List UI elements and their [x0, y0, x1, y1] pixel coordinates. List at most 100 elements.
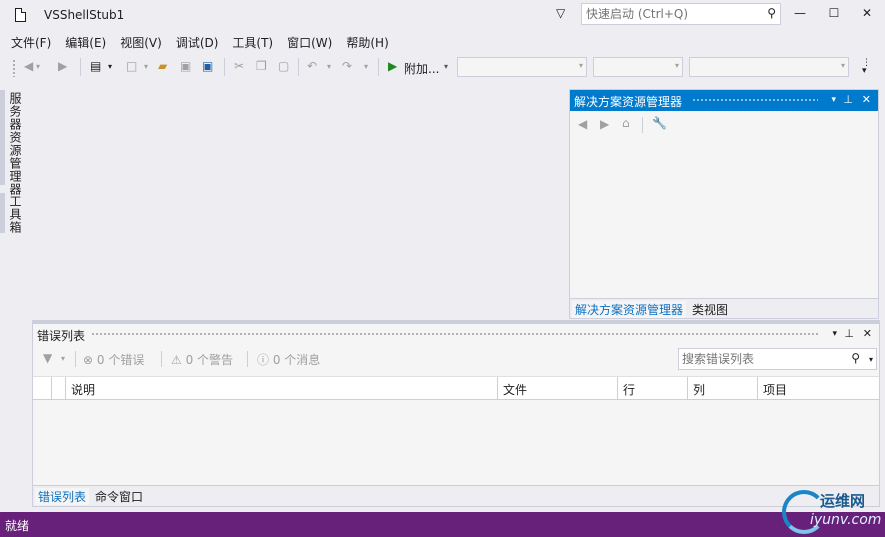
solution-explorer-panel: 解决方案资源管理器 ▾ ⊥ ✕ ◀ ▶ ⌂ 🔧 解决方案资源管理器 类视图 [569, 89, 879, 319]
watermark-logo: 运维网 iyunv.com [780, 488, 885, 537]
tab-solution-explorer[interactable]: 解决方案资源管理器 [572, 301, 687, 318]
redo-icon[interactable]: ↷ [342, 59, 352, 73]
tab-error-list[interactable]: 错误列表 [35, 488, 90, 505]
error-list-search-box[interactable]: ⚲ ▾ [678, 348, 877, 370]
column-header-description[interactable]: 说明 [65, 377, 497, 400]
solution-configurations-combo[interactable]: ▾ [457, 57, 587, 77]
toolbar-separator [80, 58, 81, 76]
add-item-icon[interactable]: □ [126, 59, 137, 73]
maximize-button[interactable]: ☐ [824, 6, 844, 24]
messages-filter-button[interactable]: ⓘ 0 个消息 [257, 351, 320, 368]
chevron-down-icon: ▾ [840, 61, 845, 70]
menu-tools[interactable]: 工具(T) [225, 32, 280, 52]
chevron-down-icon: ▾ [674, 61, 679, 70]
panel-grip[interactable] [91, 332, 819, 337]
error-list-toolbar: ▼ ▾ ⊗ 0 个错误 ⚠ 0 个警告 ⓘ 0 个消息 ⚲ ▾ [33, 345, 879, 373]
error-list-search-input[interactable] [679, 349, 847, 369]
quick-launch-input[interactable] [582, 4, 758, 24]
pin-icon[interactable]: ⊥ [843, 93, 853, 106]
toolbar-separator [161, 351, 162, 367]
errors-count-label: 0 个错误 [96, 353, 145, 367]
menu-view[interactable]: 视图(V) [113, 32, 169, 52]
toolbar-separator [224, 58, 225, 76]
open-file-icon[interactable]: ▰ [158, 59, 167, 73]
filter-icon[interactable]: ▼ [43, 351, 52, 365]
chevron-down-icon[interactable]: ▾ [444, 62, 448, 71]
info-icon: ⓘ [257, 353, 270, 367]
forward-icon[interactable]: ▶ [600, 117, 609, 131]
watermark-name: 运维网 [820, 492, 866, 510]
chevron-down-icon[interactable]: ▾ [144, 62, 148, 71]
toolbar-overflow-icon[interactable]: ⋮ ▾ [862, 59, 871, 76]
minimize-button[interactable]: — [790, 6, 810, 24]
close-button[interactable]: ✕ [857, 6, 877, 24]
status-text: 就绪 [5, 519, 30, 533]
standard-toolbar: ◀ ▾ ▶ ▤ ▾ □ ▾ ▰ ▣ ▣ ✂ ❐ ▢ ↶ ▾ ↷ ▾ ▶ 附加..… [0, 55, 885, 81]
toolbar-separator [75, 351, 76, 367]
menu-debug[interactable]: 调试(D) [169, 32, 226, 52]
toolbar-separator [247, 351, 248, 367]
column-header-index[interactable] [51, 377, 65, 400]
search-icon[interactable]: ⚲ [767, 6, 776, 20]
copy-icon[interactable]: ❐ [256, 59, 267, 73]
toolbox-tab[interactable]: 工具箱 [7, 195, 24, 234]
panel-menu-icon[interactable]: ▾ [831, 95, 836, 105]
column-header-line[interactable]: 行 [617, 377, 687, 400]
messages-count-label: 0 个消息 [272, 353, 321, 367]
solution-explorer-header: 解决方案资源管理器 ▾ ⊥ ✕ [570, 90, 878, 111]
home-icon[interactable]: ⌂ [622, 116, 630, 130]
notification-filter-icon[interactable]: ▽ [556, 6, 565, 20]
column-header-file[interactable]: 文件 [497, 377, 617, 400]
column-header-icon[interactable] [33, 377, 51, 400]
quick-launch-box[interactable]: ⚲ [581, 3, 781, 25]
menu-file[interactable]: 文件(F) [4, 32, 58, 52]
column-header-project[interactable]: 项目 [757, 377, 879, 400]
close-icon[interactable]: ✕ [863, 327, 872, 340]
toolbar-separator [298, 58, 299, 76]
title-bar: VSShellStub1 ▽ ⚲ — ☐ ✕ [0, 0, 885, 30]
solution-platforms-combo[interactable]: ▾ [593, 57, 683, 77]
back-icon[interactable]: ◀ [578, 117, 587, 131]
chevron-down-icon[interactable]: ▾ [61, 354, 65, 363]
document-icon [15, 8, 26, 22]
warnings-filter-button[interactable]: ⚠ 0 个警告 [171, 351, 233, 368]
properties-wrench-icon[interactable]: 🔧 [652, 116, 667, 130]
toolbar-grip[interactable] [12, 59, 16, 77]
navigate-back-icon[interactable]: ◀ [24, 59, 33, 73]
panel-grip[interactable] [692, 98, 818, 103]
tab-command-window[interactable]: 命令窗口 [95, 488, 143, 505]
error-icon: ⊗ [83, 353, 94, 367]
tab-class-view[interactable]: 类视图 [692, 301, 728, 318]
search-icon[interactable]: ⚲ [851, 351, 860, 365]
new-project-icon[interactable]: ▤ [90, 59, 101, 73]
chevron-down-icon[interactable]: ▾ [869, 355, 873, 364]
pin-icon[interactable]: ⊥ [844, 327, 854, 340]
panel-menu-icon[interactable]: ▾ [832, 329, 837, 339]
navigate-forward-icon[interactable]: ▶ [58, 59, 67, 73]
menu-window[interactable]: 窗口(W) [280, 32, 339, 52]
save-all-icon[interactable]: ▣ [202, 59, 213, 73]
paste-icon[interactable]: ▢ [278, 59, 289, 73]
menu-edit[interactable]: 编辑(E) [58, 32, 113, 52]
chevron-down-icon[interactable]: ▾ [327, 62, 331, 71]
solution-explorer-toolbar: ◀ ▶ ⌂ 🔧 [570, 111, 878, 139]
chevron-down-icon[interactable]: ▾ [36, 62, 40, 71]
chevron-down-icon[interactable]: ▾ [108, 62, 112, 71]
attach-button[interactable]: 附加... [404, 60, 439, 77]
warning-icon: ⚠ [171, 353, 182, 367]
column-header-column[interactable]: 列 [687, 377, 757, 400]
error-list-panel: 错误列表 ▾ ⊥ ✕ ▼ ▾ ⊗ 0 个错误 ⚠ 0 个警告 ⓘ 0 个消息 ⚲… [32, 320, 880, 507]
chevron-down-icon[interactable]: ▾ [364, 62, 368, 71]
errors-filter-button[interactable]: ⊗ 0 个错误 [83, 351, 144, 368]
toolbox-tab-bar [0, 193, 5, 233]
server-explorer-tab[interactable]: 服务器资源管理器 [7, 92, 24, 196]
cut-icon[interactable]: ✂ [234, 59, 244, 73]
undo-icon[interactable]: ↶ [307, 59, 317, 73]
close-icon[interactable]: ✕ [862, 93, 871, 106]
toolbar-separator [378, 58, 379, 76]
watermark-url: iyunv.com [810, 512, 882, 528]
menu-help[interactable]: 帮助(H) [339, 32, 395, 52]
save-icon[interactable]: ▣ [180, 59, 191, 73]
find-combo[interactable]: ▾ [689, 57, 849, 77]
play-icon[interactable]: ▶ [388, 59, 397, 73]
